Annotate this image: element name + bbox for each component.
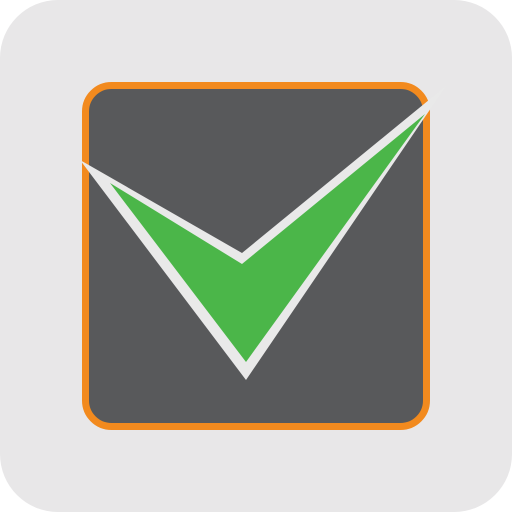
app-icon-graphic <box>0 0 512 512</box>
app-icon <box>0 0 512 512</box>
